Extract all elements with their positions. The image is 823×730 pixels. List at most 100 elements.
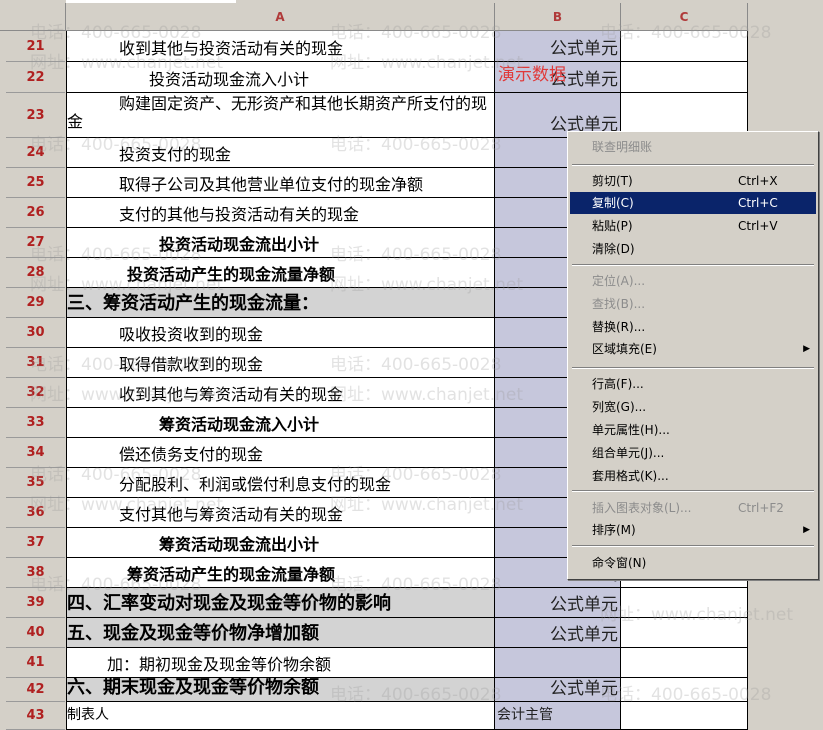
menu-separator xyxy=(572,264,814,266)
cell-a[interactable]: 偿还债务支付的现金 xyxy=(66,438,495,468)
cell-a[interactable]: 收到其他与筹资活动有关的现金 xyxy=(66,378,495,408)
cell-a[interactable]: 取得子公司及其他营业单位支付的现金净额 xyxy=(66,168,495,198)
table-row: 39 四、汇率变动对现金及现金等价物的影响 公式单元 xyxy=(0,588,823,618)
table-row: 41 加：期初现金及现金等价物余额 xyxy=(0,648,823,678)
cell-b[interactable]: 会计主管 xyxy=(495,702,621,730)
row-number[interactable]: 34 xyxy=(6,438,65,468)
cell-b[interactable] xyxy=(495,648,621,678)
cell-a[interactable]: 筹资活动现金流入小计 xyxy=(66,408,495,438)
column-header-a[interactable]: A xyxy=(66,3,495,31)
row-number[interactable]: 35 xyxy=(6,468,65,498)
row-number[interactable]: 33 xyxy=(6,408,65,438)
menu-item[interactable]: 区域填充(E) ▶ xyxy=(570,338,816,360)
cell-a[interactable]: 三、筹资活动产生的现金流量： xyxy=(66,288,495,318)
table-row: 40 五、现金及现金等价物净增加额 公式单元 xyxy=(0,618,823,648)
cell-a[interactable]: 六、期末现金及现金等价物余额 xyxy=(66,678,495,702)
menu-item[interactable]: 粘贴(P) Ctrl+V xyxy=(570,215,816,237)
cell-b[interactable]: 公式单元 xyxy=(495,31,621,62)
row-number[interactable]: 32 xyxy=(6,378,65,408)
row-number[interactable]: 26 xyxy=(6,198,65,228)
cell-a[interactable]: 吸收投资收到的现金 xyxy=(66,318,495,348)
menu-item[interactable]: 复制(C) Ctrl+C xyxy=(570,192,816,214)
menu-item[interactable]: 套用格式(K)... xyxy=(570,465,816,487)
submenu-arrow-icon: ▶ xyxy=(803,525,810,535)
menu-item[interactable]: 排序(M) ▶ xyxy=(570,519,816,541)
cell-a[interactable]: 支付的其他与投资活动有关的现金 xyxy=(66,198,495,228)
cell-c[interactable] xyxy=(621,618,748,648)
cell-b[interactable]: 公式单元 xyxy=(495,588,621,618)
row-number[interactable]: 42 xyxy=(6,678,65,702)
menu-item-label: 剪切(T) xyxy=(592,174,633,188)
cell-c[interactable] xyxy=(621,62,748,93)
row-number[interactable]: 43 xyxy=(6,702,65,730)
menu-item[interactable]: 剪切(T) Ctrl+X xyxy=(570,170,816,192)
menu-item[interactable]: 行高(F)... xyxy=(570,373,816,395)
menu-item[interactable]: 替换(R)... xyxy=(570,316,816,338)
menu-separator xyxy=(572,367,814,369)
cell-c[interactable] xyxy=(621,648,748,678)
table-row: 43 制表人 会计主管 xyxy=(0,702,823,730)
row-number[interactable]: 22 xyxy=(6,62,65,93)
cell-c[interactable] xyxy=(621,678,748,702)
row-number[interactable]: 36 xyxy=(6,498,65,528)
menu-separator xyxy=(572,490,814,492)
menu-item-label: 粘贴(P) xyxy=(592,219,633,233)
column-header-b[interactable]: B xyxy=(495,3,621,31)
cell-c[interactable] xyxy=(621,702,748,730)
cell-a[interactable]: 取得借款收到的现金 xyxy=(66,348,495,378)
cell-a[interactable]: 支付其他与筹资活动有关的现金 xyxy=(66,498,495,528)
row-number[interactable]: 23 xyxy=(6,93,65,138)
menu-item-label: 单元属性(H)... xyxy=(592,423,670,437)
cell-a[interactable]: 投资支付的现金 xyxy=(66,138,495,168)
cell-b[interactable]: 公式单元 xyxy=(495,678,621,702)
menu-item[interactable]: 命令窗(N) xyxy=(570,552,816,574)
table-row: 42 六、期末现金及现金等价物余额 公式单元 xyxy=(0,678,823,702)
cell-a[interactable]: 收到其他与投资活动有关的现金 xyxy=(66,31,495,62)
cell-a[interactable]: 筹资活动现金流出小计 xyxy=(66,528,495,558)
row-number[interactable]: 40 xyxy=(6,618,65,648)
row-number[interactable]: 41 xyxy=(6,648,65,678)
cell-b[interactable]: 公式单元 xyxy=(495,618,621,648)
row-number[interactable]: 24 xyxy=(6,138,65,168)
row-number[interactable]: 39 xyxy=(6,588,65,618)
select-all-corner[interactable] xyxy=(0,3,66,31)
row-number[interactable]: 27 xyxy=(6,228,65,258)
cell-a[interactable]: 五、现金及现金等价物净增加额 xyxy=(66,618,495,648)
cell-a[interactable]: 筹资活动产生的现金流量净额 xyxy=(66,558,495,588)
row-number[interactable]: 21 xyxy=(6,31,65,62)
cell-c[interactable] xyxy=(621,588,748,618)
column-header-c[interactable]: C xyxy=(621,3,748,31)
cell-a[interactable]: 投资活动产生的现金流量净额 xyxy=(66,258,495,288)
menu-item-shortcut: Ctrl+V xyxy=(738,219,778,233)
cell-a[interactable]: 分配股利、利润或偿付利息支付的现金 xyxy=(66,468,495,498)
cell-a[interactable]: 加：期初现金及现金等价物余额 xyxy=(66,648,495,678)
demo-data-label: 演示数据 xyxy=(498,65,566,85)
menu-item[interactable]: 清除(D) xyxy=(570,238,816,260)
menu-item[interactable]: 列宽(G)... xyxy=(570,396,816,418)
row-number[interactable]: 30 xyxy=(6,318,65,348)
menu-item: 查找(B)... xyxy=(570,293,816,315)
row-number[interactable]: 38 xyxy=(6,558,65,588)
menu-item[interactable]: 单元属性(H)... xyxy=(570,419,816,441)
row-number[interactable]: 25 xyxy=(6,168,65,198)
menu-item-label: 区域填充(E) xyxy=(592,342,657,356)
menu-item-label: 清除(D) xyxy=(592,242,635,256)
menu-item-label: 联查明细账 xyxy=(592,140,653,154)
cell-a[interactable]: 投资活动现金流出小计 xyxy=(66,228,495,258)
menu-item-label: 复制(C) xyxy=(592,196,634,210)
cell-a[interactable]: 制表人 xyxy=(66,702,495,730)
menu-separator xyxy=(572,545,814,547)
menu-item-label: 组合单元(J)... xyxy=(592,446,665,460)
row-number[interactable]: 28 xyxy=(6,258,65,288)
row-number[interactable]: 31 xyxy=(6,348,65,378)
cell-a[interactable]: 投资活动现金流入小计 xyxy=(66,62,495,93)
table-row: 22 投资活动现金流入小计 公式单元 xyxy=(0,62,823,93)
menu-separator xyxy=(572,164,814,166)
cell-a[interactable]: 购建固定资产、无形资产和其他长期资产所支付的现金 xyxy=(66,93,495,138)
row-number[interactable]: 29 xyxy=(6,288,65,318)
menu-item-label: 定位(A)... xyxy=(592,274,646,288)
cell-a[interactable]: 四、汇率变动对现金及现金等价物的影响 xyxy=(66,588,495,618)
row-number[interactable]: 37 xyxy=(6,528,65,558)
menu-item[interactable]: 组合单元(J)... xyxy=(570,442,816,464)
cell-c[interactable] xyxy=(621,31,748,62)
